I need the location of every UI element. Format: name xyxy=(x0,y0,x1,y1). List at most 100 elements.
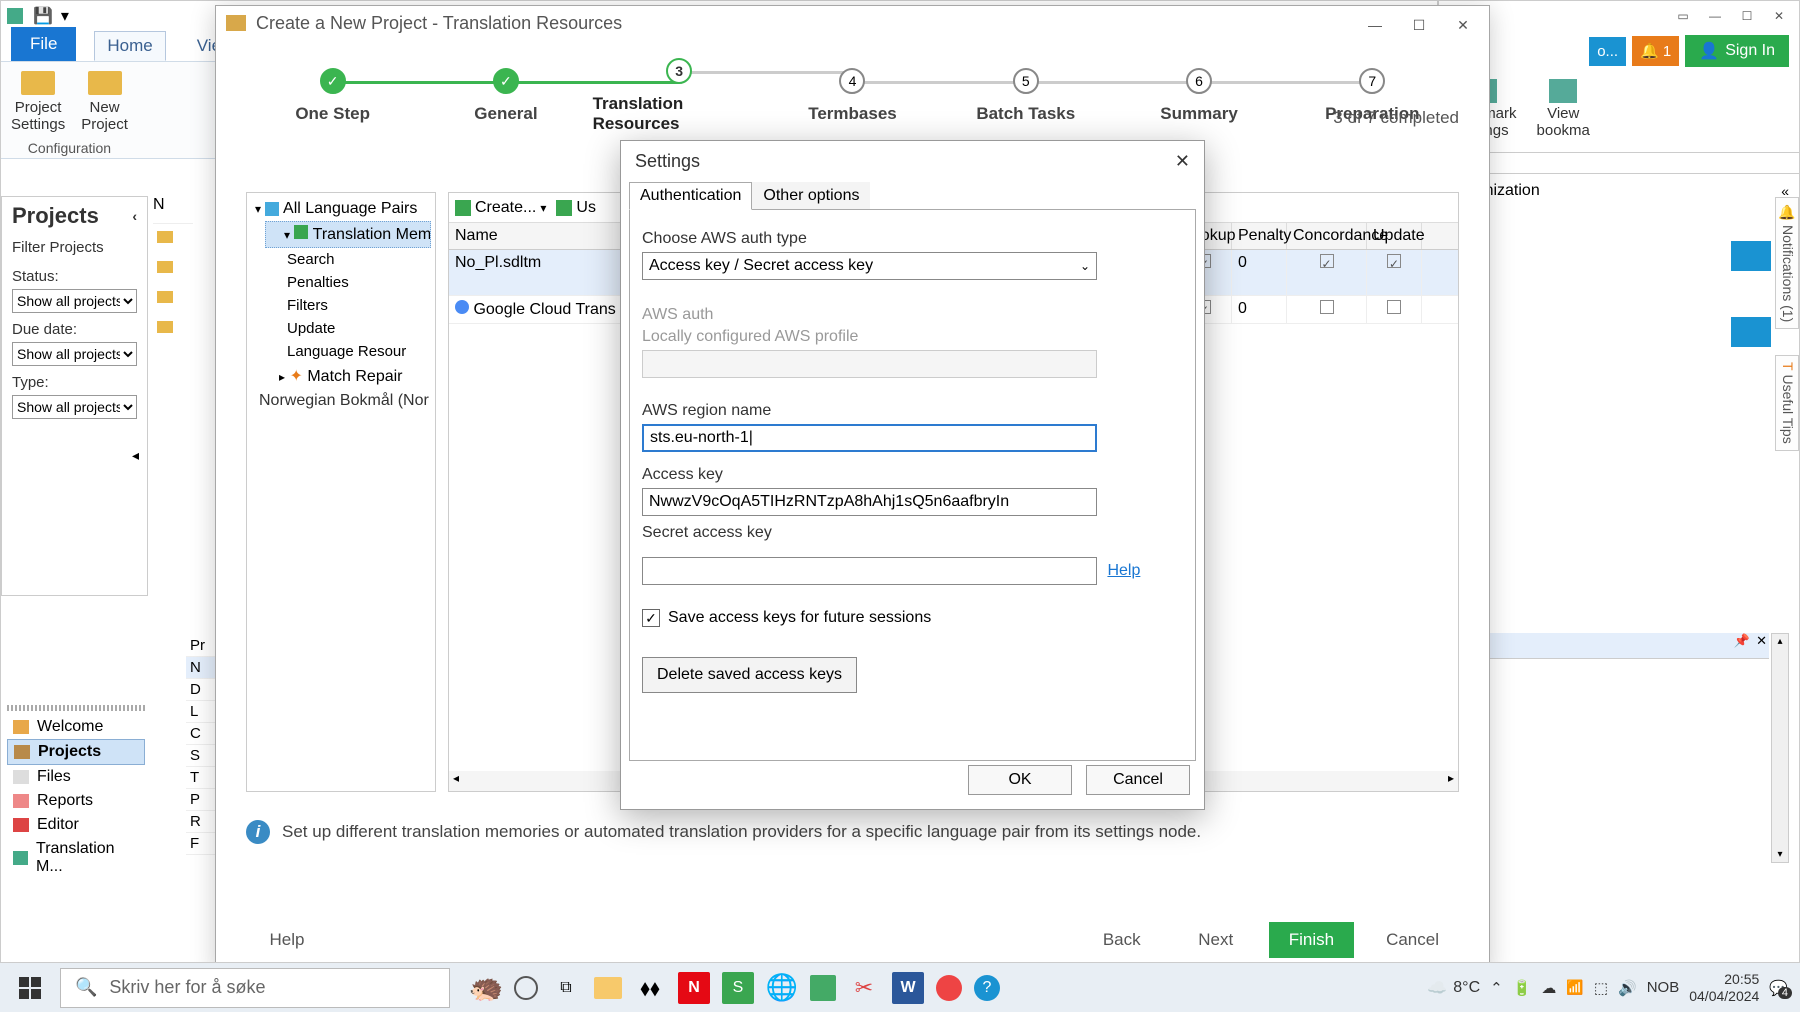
step-batchtasks[interactable]: 5Batch Tasks xyxy=(939,68,1112,124)
tree-match-repair[interactable]: ▸ ✦ Match Repair xyxy=(251,363,431,389)
penalty-cell[interactable]: 0 xyxy=(1232,250,1287,295)
resize-handle[interactable] xyxy=(7,705,145,711)
volume-icon[interactable]: 🔊 xyxy=(1618,979,1637,997)
create-tm-button[interactable]: Create... ▾ xyxy=(455,199,546,217)
edge-icon[interactable]: 🌐 xyxy=(766,972,798,1004)
help-icon[interactable]: ? xyxy=(974,975,1000,1001)
touchpad-icon[interactable]: ⬚ xyxy=(1594,979,1608,997)
start-button[interactable] xyxy=(0,963,60,1012)
cancel-button[interactable]: Cancel xyxy=(1366,922,1459,958)
panel-close-icon[interactable]: ✕ xyxy=(1756,633,1767,649)
calculator-icon[interactable] xyxy=(810,975,836,1001)
snip-icon[interactable]: ✂ xyxy=(848,972,880,1004)
col-concordance[interactable]: Concordance xyxy=(1287,223,1367,249)
useful-tips-tab[interactable]: T Useful Tips xyxy=(1775,355,1799,451)
netflix-icon[interactable]: N xyxy=(678,972,710,1004)
view-bookmarks-button[interactable]: View bookma xyxy=(1537,79,1590,144)
blue-button[interactable]: o... xyxy=(1589,37,1626,66)
penalty-cell[interactable]: 0 xyxy=(1232,296,1287,323)
secret-key-input[interactable] xyxy=(642,557,1097,585)
delete-keys-button[interactable]: Delete saved access keys xyxy=(642,657,857,693)
step-termbases[interactable]: 4Termbases xyxy=(766,68,939,124)
notification-button[interactable]: 🔔 1 xyxy=(1632,36,1679,66)
tree-update[interactable]: Update xyxy=(251,317,431,340)
settings-close-icon[interactable]: ✕ xyxy=(1175,151,1190,172)
signin-button[interactable]: 👤 Sign In xyxy=(1685,35,1789,67)
auth-type-select[interactable]: Access key / Secret access key ⌄ xyxy=(642,252,1097,280)
save-keys-checkbox[interactable] xyxy=(642,609,660,627)
onedrive-icon[interactable]: ☁ xyxy=(1541,979,1556,997)
collapse-icon[interactable]: ‹ xyxy=(132,208,137,224)
right-app-options-icon[interactable]: ▭ xyxy=(1669,5,1697,27)
wizard-close-icon[interactable]: ✕ xyxy=(1441,10,1485,40)
concordance-checkbox[interactable] xyxy=(1320,254,1334,268)
tree-search[interactable]: Search xyxy=(251,248,431,271)
step-one[interactable]: ✓One Step xyxy=(246,68,419,124)
taskbar-search[interactable]: 🔍 Skriv her for å søke xyxy=(60,968,450,1008)
scroll-left-icon[interactable]: ◂ xyxy=(132,447,139,471)
nav-reports[interactable]: Reports xyxy=(7,789,145,813)
col-update[interactable]: Update xyxy=(1367,223,1422,249)
notification-center-icon[interactable]: 💬 4 xyxy=(1769,979,1788,997)
update-checkbox[interactable] xyxy=(1387,254,1401,268)
nav-projects[interactable]: Projects xyxy=(7,739,145,765)
tray-expand-icon[interactable]: ⌃ xyxy=(1490,979,1503,997)
tree-filters[interactable]: Filters xyxy=(251,294,431,317)
right-scrollbar[interactable]: ▴ ▾ xyxy=(1771,633,1789,863)
access-key-input[interactable] xyxy=(642,488,1097,516)
right-minimize-icon[interactable]: — xyxy=(1701,5,1729,27)
project-settings-button[interactable]: Project Settings xyxy=(11,71,65,133)
tree-penalties[interactable]: Penalties xyxy=(251,271,431,294)
tab-other-options[interactable]: Other options xyxy=(752,182,870,210)
step-general[interactable]: ✓General xyxy=(419,68,592,124)
tree-lang-pair[interactable]: Norwegian Bokmål (Nor xyxy=(251,389,431,413)
duedate-select[interactable]: Show all projects xyxy=(12,342,137,366)
aws-region-input[interactable] xyxy=(642,424,1097,452)
step-summary[interactable]: 6Summary xyxy=(1112,68,1285,124)
clock[interactable]: 20:55 04/04/2024 xyxy=(1689,971,1759,1005)
trados-studio-icon[interactable]: S xyxy=(722,972,754,1004)
help-link[interactable]: Help xyxy=(1107,562,1140,580)
tab-home[interactable]: Home xyxy=(94,31,165,61)
tree-language-resources[interactable]: Language Resour xyxy=(251,340,431,363)
wifi-icon[interactable]: 📶 xyxy=(1566,979,1583,996)
nav-files[interactable]: Files xyxy=(7,765,145,789)
panel-pin-icon[interactable]: 📌 xyxy=(1734,633,1750,649)
tree-translation-memory[interactable]: ▾ Translation Memor xyxy=(265,221,431,248)
finish-button[interactable]: Finish xyxy=(1269,922,1354,958)
col-penalty[interactable]: Penalty xyxy=(1232,223,1287,249)
nav-tm[interactable]: Translation M... xyxy=(7,837,145,879)
task-view-icon[interactable]: ⧉ xyxy=(550,972,582,1004)
concordance-checkbox[interactable] xyxy=(1320,300,1334,314)
notifications-tab[interactable]: 🔔 Notifications (1) xyxy=(1775,197,1799,329)
right-close-icon[interactable]: ✕ xyxy=(1765,5,1793,27)
nav-welcome[interactable]: Welcome xyxy=(7,715,145,739)
cancel-button[interactable]: Cancel xyxy=(1086,765,1190,795)
opera-icon[interactable] xyxy=(936,975,962,1001)
dropbox-icon[interactable]: ⬧⬧ xyxy=(634,972,666,1004)
tab-authentication[interactable]: Authentication xyxy=(629,182,752,210)
tab-file[interactable]: File xyxy=(11,27,76,61)
nav-editor[interactable]: Editor xyxy=(7,813,145,837)
next-button[interactable]: Next xyxy=(1175,922,1257,958)
wizard-minimize-icon[interactable]: — xyxy=(1353,10,1397,40)
word-icon[interactable]: W xyxy=(892,972,924,1004)
new-project-button[interactable]: New Project xyxy=(81,71,128,133)
type-select[interactable]: Show all projects xyxy=(12,395,137,419)
update-checkbox[interactable] xyxy=(1387,300,1401,314)
qat-save-icon[interactable]: 💾 xyxy=(33,6,53,26)
ok-button[interactable]: OK xyxy=(968,765,1072,795)
tree-all-language-pairs[interactable]: ▾ All Language Pairs xyxy=(251,197,431,221)
app-icon-trados[interactable]: 🦔 xyxy=(470,972,502,1004)
battery-icon[interactable]: 🔋 xyxy=(1513,979,1532,997)
help-button[interactable]: Help xyxy=(246,922,328,958)
wizard-maximize-icon[interactable]: ☐ xyxy=(1397,10,1441,40)
language-indicator[interactable]: NOB xyxy=(1647,979,1680,996)
file-explorer-icon[interactable] xyxy=(594,977,622,999)
status-select[interactable]: Show all projects xyxy=(12,289,137,313)
use-tm-button[interactable]: Us xyxy=(556,199,596,217)
weather-widget[interactable]: ☁️ 8°C xyxy=(1427,978,1480,998)
cortana-icon[interactable] xyxy=(514,976,538,1000)
back-button[interactable]: Back xyxy=(1081,922,1163,958)
right-maximize-icon[interactable]: ☐ xyxy=(1733,5,1761,27)
